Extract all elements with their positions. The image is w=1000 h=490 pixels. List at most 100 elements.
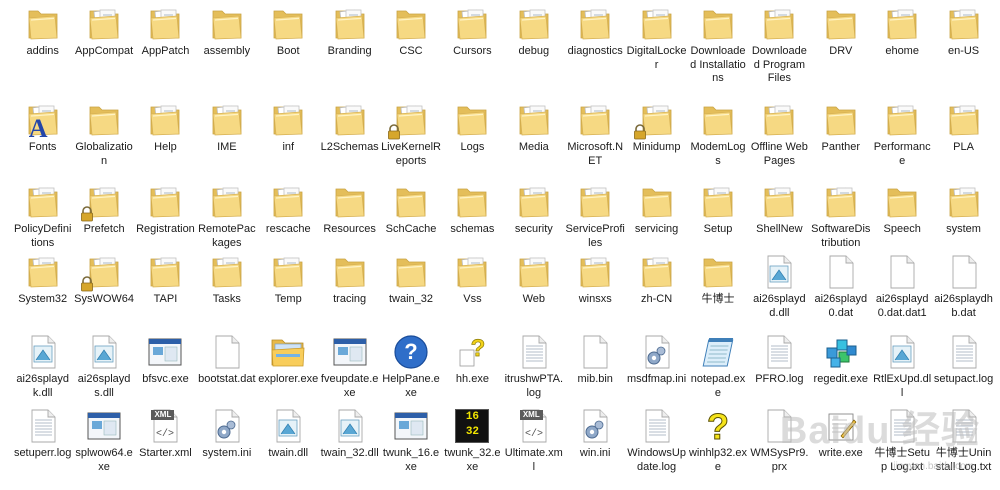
file-item[interactable]: ShellNew <box>749 182 810 252</box>
file-item[interactable]: Performance <box>871 100 932 182</box>
folder-icon <box>884 184 920 220</box>
file-item[interactable]: Boot <box>258 4 319 100</box>
file-item[interactable]: Minidump <box>626 100 687 182</box>
file-item[interactable]: WindowsUpdate.log <box>626 406 687 476</box>
file-item[interactable]: A Fonts <box>12 100 73 182</box>
file-item[interactable]: Offline Web Pages <box>749 100 810 182</box>
file-item[interactable]: Microsoft.NET <box>565 100 626 182</box>
file-item[interactable]: ModemLogs <box>687 100 748 182</box>
file-item[interactable]: rescache <box>258 182 319 252</box>
file-item[interactable]: Resources <box>319 182 380 252</box>
file-item[interactable]: SchCache <box>380 182 441 252</box>
file-item[interactable]: </> XML Starter.xml <box>135 406 196 476</box>
file-item[interactable]: RemotePackages <box>196 182 257 252</box>
file-item[interactable]: SoftwareDistribution <box>810 182 871 252</box>
file-item[interactable]: ai26splaydk.dll <box>12 332 73 406</box>
file-item[interactable]: mib.bin <box>565 332 626 406</box>
file-item[interactable]: 16 32 twunk_32.exe <box>442 406 503 476</box>
file-item[interactable]: inf <box>258 100 319 182</box>
file-item[interactable]: bfsvc.exe <box>135 332 196 406</box>
folder-docs-icon <box>332 102 368 138</box>
svg-text:</>: </> <box>525 428 543 440</box>
file-item[interactable]: AppPatch <box>135 4 196 100</box>
file-item[interactable]: Temp <box>258 252 319 332</box>
file-item[interactable]: ? HelpPane.exe <box>380 332 441 406</box>
file-item[interactable]: assembly <box>196 4 257 100</box>
file-item[interactable]: twain_32.dll <box>319 406 380 476</box>
file-item[interactable]: twain.dll <box>258 406 319 476</box>
file-label: Globalization <box>75 141 133 167</box>
file-item[interactable]: Vss <box>442 252 503 332</box>
file-item[interactable]: winsxs <box>565 252 626 332</box>
file-label: Prefetch <box>83 223 125 235</box>
file-item[interactable]: </> XML Ultimate.xml <box>503 406 564 476</box>
file-item[interactable]: ? winhlp32.exe <box>687 406 748 476</box>
file-item[interactable]: system <box>933 182 994 252</box>
file-item[interactable]: ServiceProfiles <box>565 182 626 252</box>
file-item[interactable]: Downloaded Program Files <box>749 4 810 100</box>
file-item[interactable]: ai26splayds.dll <box>73 332 134 406</box>
file-item[interactable]: setuperr.log <box>12 406 73 476</box>
file-item[interactable]: ai26splaydhb.dat <box>933 252 994 332</box>
file-item[interactable]: CSC <box>380 4 441 100</box>
file-item[interactable]: ai26splaydd.dll <box>749 252 810 332</box>
file-item[interactable]: bootstat.dat <box>196 332 257 406</box>
file-item[interactable]: PolicyDefinitions <box>12 182 73 252</box>
file-item[interactable]: Globalization <box>73 100 134 182</box>
file-item[interactable]: AppCompat <box>73 4 134 100</box>
file-item[interactable]: security <box>503 182 564 252</box>
file-item[interactable]: Prefetch <box>73 182 134 252</box>
file-item[interactable]: Downloaded Installations <box>687 4 748 100</box>
file-item[interactable]: splwow64.exe <box>73 406 134 476</box>
file-item[interactable]: Help <box>135 100 196 182</box>
file-label: Downloaded Program Files <box>751 45 807 84</box>
file-item[interactable]: Panther <box>810 100 871 182</box>
file-item[interactable]: debug <box>503 4 564 100</box>
file-item[interactable]: PFRO.log <box>749 332 810 406</box>
file-item[interactable]: schemas <box>442 182 503 252</box>
file-item[interactable]: Logs <box>442 100 503 182</box>
file-item[interactable]: ? hh.exe <box>442 332 503 406</box>
file-item[interactable]: msdfmap.ini <box>626 332 687 406</box>
file-item[interactable]: 牛博士 <box>687 252 748 332</box>
file-item[interactable]: Speech <box>871 182 932 252</box>
file-item[interactable]: DigitalLocker <box>626 4 687 100</box>
file-item[interactable]: Cursors <box>442 4 503 100</box>
file-item[interactable]: system.ini <box>196 406 257 476</box>
file-item[interactable]: en-US <box>933 4 994 100</box>
file-item[interactable]: notepad.exe <box>687 332 748 406</box>
file-item[interactable]: win.ini <box>565 406 626 476</box>
file-item[interactable]: twain_32 <box>380 252 441 332</box>
file-item[interactable]: explorer.exe <box>258 332 319 406</box>
file-item[interactable]: PLA <box>933 100 994 182</box>
file-item[interactable]: fveupdate.exe <box>319 332 380 406</box>
file-item[interactable]: ai26splayd0.dat.dat1 <box>871 252 932 332</box>
file-item[interactable]: ai26splayd0.dat <box>810 252 871 332</box>
file-item[interactable]: twunk_16.exe <box>380 406 441 476</box>
file-item[interactable]: IME <box>196 100 257 182</box>
file-item[interactable]: TAPI <box>135 252 196 332</box>
file-label: SchCache <box>385 223 437 235</box>
file-item[interactable]: regedit.exe <box>810 332 871 406</box>
file-item[interactable]: diagnostics <box>565 4 626 100</box>
folder-icon <box>393 184 429 220</box>
file-item[interactable]: Media <box>503 100 564 182</box>
file-item[interactable]: addins <box>12 4 73 100</box>
file-item[interactable]: setupact.log <box>933 332 994 406</box>
file-item[interactable]: Registration <box>135 182 196 252</box>
file-item[interactable]: RtlExUpd.dll <box>871 332 932 406</box>
file-item[interactable]: itrushwPTA.log <box>503 332 564 406</box>
file-item[interactable]: zh-CN <box>626 252 687 332</box>
file-item[interactable]: SysWOW64 <box>73 252 134 332</box>
file-item[interactable]: LiveKernelReports <box>380 100 441 182</box>
file-item[interactable]: Web <box>503 252 564 332</box>
file-item[interactable]: Branding <box>319 4 380 100</box>
file-item[interactable]: tracing <box>319 252 380 332</box>
file-item[interactable]: L2Schemas <box>319 100 380 182</box>
file-item[interactable]: servicing <box>626 182 687 252</box>
file-item[interactable]: System32 <box>12 252 73 332</box>
file-item[interactable]: Setup <box>687 182 748 252</box>
file-item[interactable]: ehome <box>871 4 932 100</box>
file-item[interactable]: DRV <box>810 4 871 100</box>
file-item[interactable]: Tasks <box>196 252 257 332</box>
